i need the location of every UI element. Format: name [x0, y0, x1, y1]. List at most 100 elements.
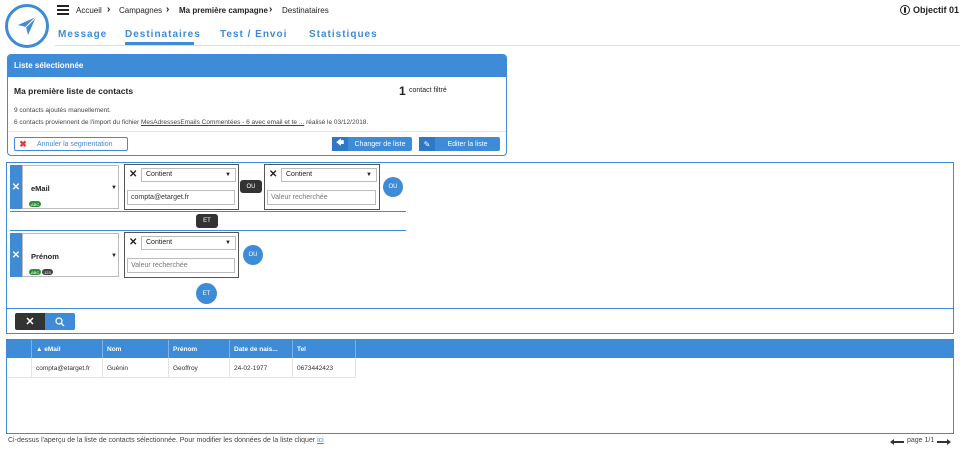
text-type-badge: ABC: [29, 269, 42, 275]
breadcrumb-home[interactable]: Accueil: [76, 6, 102, 15]
condition-box: ✕ Contient ▼ Valeur recherchée: [124, 232, 239, 278]
table-cell: 24-02-1977: [230, 358, 293, 378]
operator-value: Contient: [146, 239, 173, 246]
operator-select[interactable]: Contient ▼: [141, 236, 236, 250]
card-header: Liste sélectionnée: [8, 55, 506, 77]
column-header-tel[interactable]: Tel: [293, 340, 356, 358]
field-select-firstname[interactable]: Prénom ▼ ABC 123: [22, 233, 119, 277]
row-divider: [10, 211, 406, 212]
active-tab-indicator: [125, 42, 194, 45]
arrow-left-icon: 🡄: [332, 137, 348, 151]
or-connector: OU: [240, 180, 262, 193]
power-icon[interactable]: [900, 5, 910, 15]
condition-box: ✕ Contient ▼ compta@etarget.fr: [124, 164, 239, 210]
close-icon[interactable]: ✕: [129, 169, 137, 180]
apply-search-button[interactable]: [45, 313, 75, 330]
info-import-prefix: 6 contacts proviennent de l'import du fi…: [14, 119, 141, 126]
page-indicator: page 1/1: [907, 437, 935, 444]
field-name: eMail: [31, 184, 50, 193]
breadcrumb-campaign[interactable]: Ma première campagne: [179, 6, 268, 15]
change-list-label: Changer de liste: [354, 140, 406, 148]
column-header-birthdate[interactable]: Date de nais...: [230, 340, 293, 358]
row-divider: [10, 230, 406, 231]
edit-list-label: Editer la liste: [447, 140, 488, 148]
remove-filter-row-button[interactable]: ✕: [10, 233, 22, 277]
caret-down-icon: ▼: [111, 185, 117, 191]
field-name: Prénom: [31, 252, 59, 261]
condition-box-2: ✕ Contient ▼ Valeur recherchée: [264, 164, 380, 210]
cancel-segmentation-label: Annuler la segmentation: [37, 140, 113, 148]
menu-icon[interactable]: [57, 5, 69, 15]
cancel-segmentation-button[interactable]: ✖ Annuler la segmentation: [14, 137, 128, 151]
segmentation-panel: ✕ eMail ▼ ABC ✕ Contient ▼ compta@etarge…: [6, 162, 954, 334]
caret-down-icon: ▼: [111, 253, 117, 259]
close-icon[interactable]: ✕: [269, 169, 277, 180]
add-and-condition-button[interactable]: ET: [196, 283, 217, 304]
close-icon[interactable]: ✕: [129, 237, 137, 248]
card-divider: [8, 131, 506, 132]
column-header-lastname[interactable]: Nom: [103, 340, 169, 358]
chevron-right-icon: ›: [269, 4, 273, 15]
and-connector: ET: [196, 214, 218, 228]
operator-select[interactable]: Contient ▼: [281, 168, 377, 182]
tab-statistics[interactable]: Statistiques: [309, 29, 378, 40]
number-type-badge: 123: [42, 269, 53, 275]
column-label: eMail: [44, 346, 61, 353]
tab-message[interactable]: Message: [58, 29, 107, 40]
add-or-condition-button[interactable]: OU: [243, 245, 263, 265]
info-import-suffix: réalisé le 03/12/2018.: [304, 119, 369, 126]
change-list-button[interactable]: 🡄 Changer de liste: [332, 137, 412, 151]
info-import: 6 contacts proviennent de l'import du fi…: [14, 119, 368, 126]
clear-filters-button[interactable]: ✕: [15, 313, 45, 330]
field-select-email[interactable]: eMail ▼ ABC: [22, 165, 119, 209]
pencil-icon: ✎: [419, 137, 435, 151]
tab-test-send[interactable]: Test / Envoi: [220, 29, 287, 40]
remove-filter-row-button[interactable]: ✕: [10, 165, 22, 209]
table-cell: 0673442423: [293, 358, 356, 378]
add-or-condition-button[interactable]: OU: [383, 177, 403, 197]
sort-asc-icon: ▲: [36, 346, 45, 353]
nav-divider: [55, 45, 960, 46]
column-header-firstname[interactable]: Prénom: [169, 340, 230, 358]
operator-value: Contient: [146, 171, 173, 178]
condition-value-input[interactable]: Valeur recherchée: [127, 258, 235, 273]
condition-value-input[interactable]: compta@etarget.fr: [127, 190, 235, 205]
filtered-count: 1: [399, 84, 406, 98]
table-cell: [7, 358, 32, 378]
close-icon: ✕: [11, 181, 21, 193]
footer-note: Ci-dessus l'aperçu de la liste de contac…: [8, 437, 324, 444]
breadcrumb-campaigns[interactable]: Campagnes: [119, 6, 162, 15]
caret-down-icon: ▼: [366, 172, 372, 178]
table-cell: compta@etarget.fr: [32, 358, 103, 378]
chevron-right-icon: ›: [166, 4, 170, 15]
paper-plane-icon: [18, 16, 37, 35]
info-manual: 9 contacts ajoutés manuellement.: [14, 107, 111, 114]
tab-recipients[interactable]: Destinataires: [125, 29, 201, 40]
operator-value: Contient: [286, 171, 313, 178]
filtered-count-label: contact filtré: [409, 87, 447, 94]
edit-list-link[interactable]: ici: [317, 437, 324, 444]
search-icon: [55, 316, 65, 326]
caret-down-icon: ▼: [225, 172, 231, 178]
edit-list-button[interactable]: ✎ Editer la liste: [419, 137, 500, 151]
arrow-right-icon[interactable]: [937, 439, 951, 445]
selected-list-card: Liste sélectionnée Ma première liste de …: [7, 54, 507, 156]
breadcrumb-recipients: Destinataires: [282, 6, 329, 15]
close-icon: ✕: [25, 316, 35, 328]
arrow-left-icon[interactable]: [890, 439, 904, 445]
column-header-email[interactable]: ▲ eMail: [32, 340, 103, 358]
contacts-preview-table: ▲ eMail Nom Prénom Date de nais... Tel c…: [6, 339, 954, 434]
close-icon: ✕: [11, 249, 21, 261]
operator-select[interactable]: Contient ▼: [141, 168, 236, 182]
chevron-right-icon: ›: [107, 4, 111, 15]
table-cell: Guénin: [103, 358, 169, 378]
condition-value-input[interactable]: Valeur recherchée: [267, 190, 376, 205]
text-type-badge: ABC: [29, 201, 42, 207]
close-icon: ✖: [19, 138, 27, 149]
user-name[interactable]: Objectif 01: [913, 5, 959, 15]
app-logo[interactable]: [5, 4, 49, 48]
footer-text: Ci-dessus l'aperçu de la liste de contac…: [8, 437, 318, 444]
panel-divider: [7, 308, 953, 309]
caret-down-icon: ▼: [225, 240, 231, 246]
import-file-link[interactable]: MesAdressesEmails Commentées - 6 avec em…: [141, 119, 304, 126]
